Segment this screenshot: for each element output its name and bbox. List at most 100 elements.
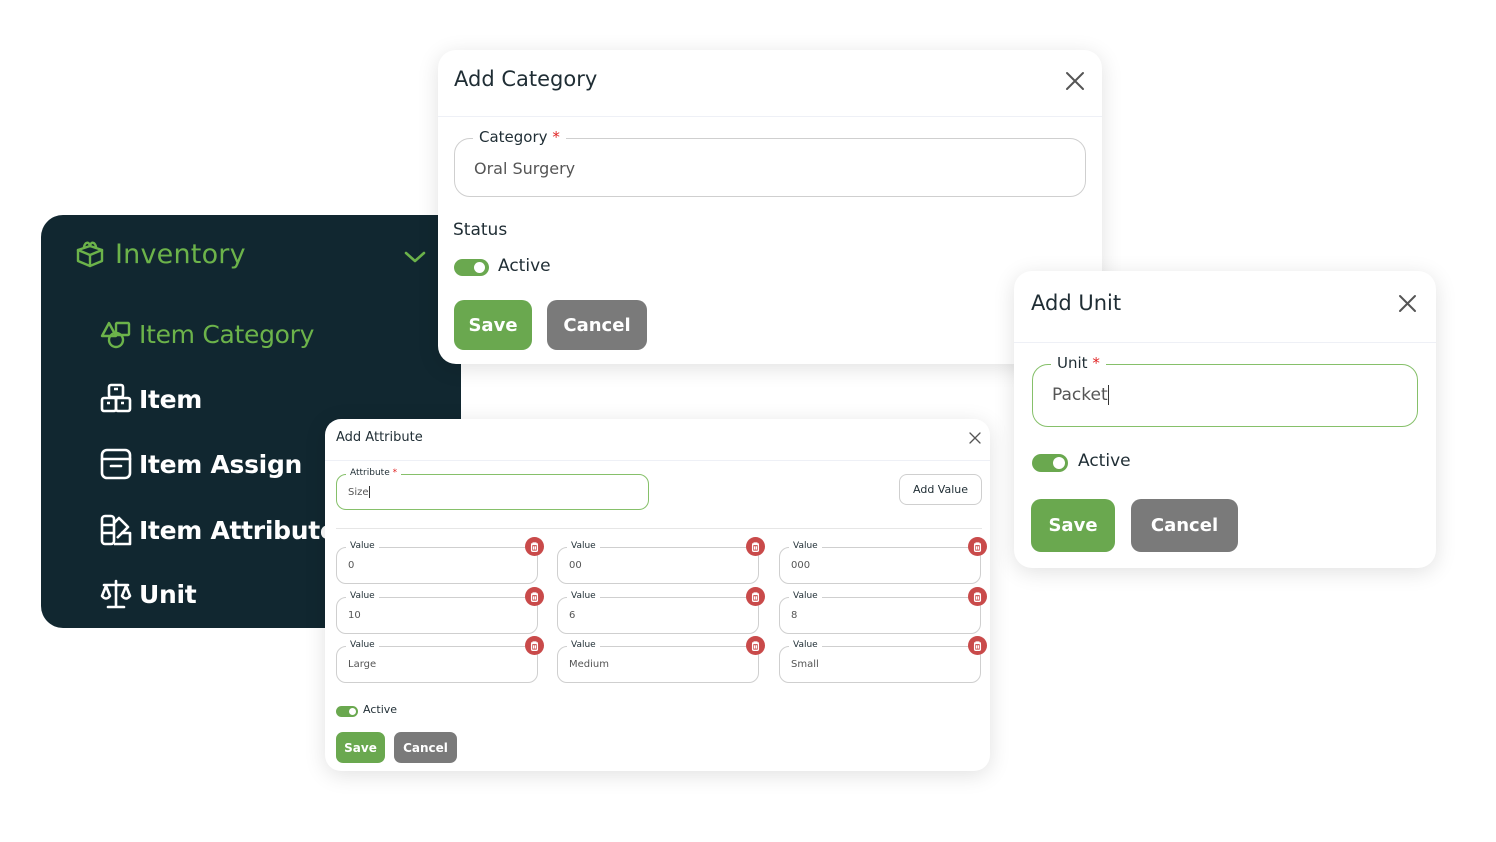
value-label: Value bbox=[567, 640, 600, 650]
divider bbox=[438, 116, 1102, 117]
sidebar-item-label: Item Attribute bbox=[139, 515, 337, 545]
attribute-input-value: Size bbox=[348, 486, 371, 498]
value-field[interactable]: Value Medium bbox=[557, 636, 765, 683]
cancel-button[interactable]: Cancel bbox=[547, 300, 647, 350]
save-button[interactable]: Save bbox=[1031, 499, 1115, 552]
value-label: Value bbox=[567, 591, 600, 601]
toggle-knob bbox=[474, 262, 485, 273]
save-button[interactable]: Save bbox=[336, 732, 385, 763]
value-field[interactable]: Value 0 bbox=[336, 537, 544, 584]
scale-icon bbox=[100, 579, 132, 609]
toggle-label: Active bbox=[363, 703, 398, 716]
value-field[interactable]: Value Small bbox=[779, 636, 987, 683]
delete-value-button[interactable] bbox=[525, 587, 544, 606]
sidebar-item-item-category[interactable]: Item Category bbox=[99, 317, 314, 351]
sidebar-item-item[interactable]: Item bbox=[99, 382, 202, 416]
category-field[interactable]: Category * Oral Surgery bbox=[454, 128, 1086, 197]
field-label: Category * bbox=[473, 128, 566, 146]
value-input-value: 000 bbox=[791, 560, 811, 571]
value-field[interactable]: Value 10 bbox=[336, 587, 544, 634]
value-input-value: Small bbox=[791, 659, 819, 670]
toggle-knob bbox=[349, 708, 356, 715]
close-icon[interactable] bbox=[969, 432, 981, 444]
value-field[interactable]: Value 8 bbox=[779, 587, 987, 634]
value-input-value: 10 bbox=[348, 610, 361, 621]
delete-value-button[interactable] bbox=[968, 636, 987, 655]
close-icon[interactable] bbox=[1397, 293, 1418, 314]
value-label: Value bbox=[789, 591, 822, 601]
category-input-value: Oral Surgery bbox=[474, 159, 576, 178]
sidebar-item-label: Item bbox=[139, 384, 203, 414]
chevron-down-icon[interactable] bbox=[403, 249, 427, 265]
delete-value-button[interactable] bbox=[968, 587, 987, 606]
unit-field[interactable]: Unit * Packet bbox=[1032, 354, 1418, 427]
text-caret bbox=[368, 486, 371, 498]
sidebar-item-unit[interactable]: Unit bbox=[99, 577, 197, 611]
toggle-knob bbox=[1053, 457, 1065, 469]
unit-input-value: Packet bbox=[1052, 385, 1110, 405]
modal-title: Add Unit bbox=[1031, 291, 1122, 315]
divider bbox=[336, 528, 982, 529]
divider bbox=[325, 460, 990, 461]
value-label: Value bbox=[346, 640, 379, 650]
value-label: Value bbox=[789, 640, 822, 650]
sidebar-item-item-attribute[interactable]: Item Attribute bbox=[99, 513, 337, 547]
boxes-icon bbox=[100, 383, 132, 413]
value-input-value: 0 bbox=[348, 560, 355, 571]
delete-value-button[interactable] bbox=[525, 636, 544, 655]
save-button[interactable]: Save bbox=[454, 300, 532, 350]
value-input-value: 8 bbox=[791, 610, 798, 621]
active-toggle[interactable] bbox=[1032, 454, 1068, 472]
required-mark: * bbox=[392, 468, 398, 478]
modal-title: Add Attribute bbox=[336, 430, 423, 445]
value-field[interactable]: Value 000 bbox=[779, 537, 987, 584]
value-label: Value bbox=[567, 541, 600, 551]
package-icon bbox=[76, 241, 104, 268]
value-label: Value bbox=[346, 541, 379, 551]
sidebar-item-label: Item Assign bbox=[139, 449, 303, 479]
trash-icon bbox=[751, 541, 760, 552]
trash-icon bbox=[530, 591, 539, 602]
text-caret bbox=[1107, 385, 1110, 405]
trash-icon bbox=[530, 541, 539, 552]
value-field[interactable]: Value 6 bbox=[557, 587, 765, 634]
attribute-field[interactable]: Attribute * Size bbox=[336, 468, 649, 510]
cancel-button[interactable]: Cancel bbox=[394, 732, 457, 763]
field-label: Attribute * bbox=[346, 468, 402, 478]
value-input-value: 00 bbox=[569, 560, 582, 571]
value-input-value: Medium bbox=[569, 659, 609, 670]
modal-title: Add Category bbox=[454, 67, 598, 91]
divider bbox=[1014, 342, 1436, 343]
trash-icon bbox=[751, 591, 760, 602]
active-toggle[interactable] bbox=[336, 706, 358, 717]
trash-icon bbox=[973, 591, 982, 602]
sidebar-header-inventory[interactable]: Inventory bbox=[73, 237, 246, 271]
trash-icon bbox=[973, 541, 982, 552]
trash-icon bbox=[751, 640, 760, 651]
value-input-value: 6 bbox=[569, 610, 576, 621]
sidebar-item-label: Item Category bbox=[139, 319, 315, 349]
add-category-modal: Add Category Category * Oral Surgery Sta… bbox=[438, 50, 1102, 364]
toggle-label: Active bbox=[1078, 451, 1131, 471]
add-attribute-modal: Add Attribute Attribute * Size Add Value… bbox=[325, 419, 990, 771]
cancel-button[interactable]: Cancel bbox=[1131, 499, 1238, 552]
status-label: Status bbox=[453, 220, 508, 240]
delete-value-button[interactable] bbox=[525, 537, 544, 556]
add-unit-modal: Add Unit Unit * Packet Active Save Cance… bbox=[1014, 271, 1436, 568]
trash-icon bbox=[973, 640, 982, 651]
close-icon[interactable] bbox=[1064, 70, 1086, 92]
add-value-button[interactable]: Add Value bbox=[899, 474, 982, 505]
archive-icon bbox=[100, 448, 132, 480]
sidebar-item-item-assign[interactable]: Item Assign bbox=[99, 447, 302, 481]
field-label: Unit * bbox=[1051, 354, 1106, 372]
delete-value-button[interactable] bbox=[746, 636, 765, 655]
swatch-icon bbox=[100, 514, 132, 546]
active-toggle[interactable] bbox=[454, 259, 489, 276]
value-field[interactable]: Value 00 bbox=[557, 537, 765, 584]
sidebar-header-label: Inventory bbox=[115, 238, 246, 270]
trash-icon bbox=[530, 640, 539, 651]
delete-value-button[interactable] bbox=[746, 537, 765, 556]
value-field[interactable]: Value Large bbox=[336, 636, 544, 683]
delete-value-button[interactable] bbox=[746, 587, 765, 606]
delete-value-button[interactable] bbox=[968, 537, 987, 556]
